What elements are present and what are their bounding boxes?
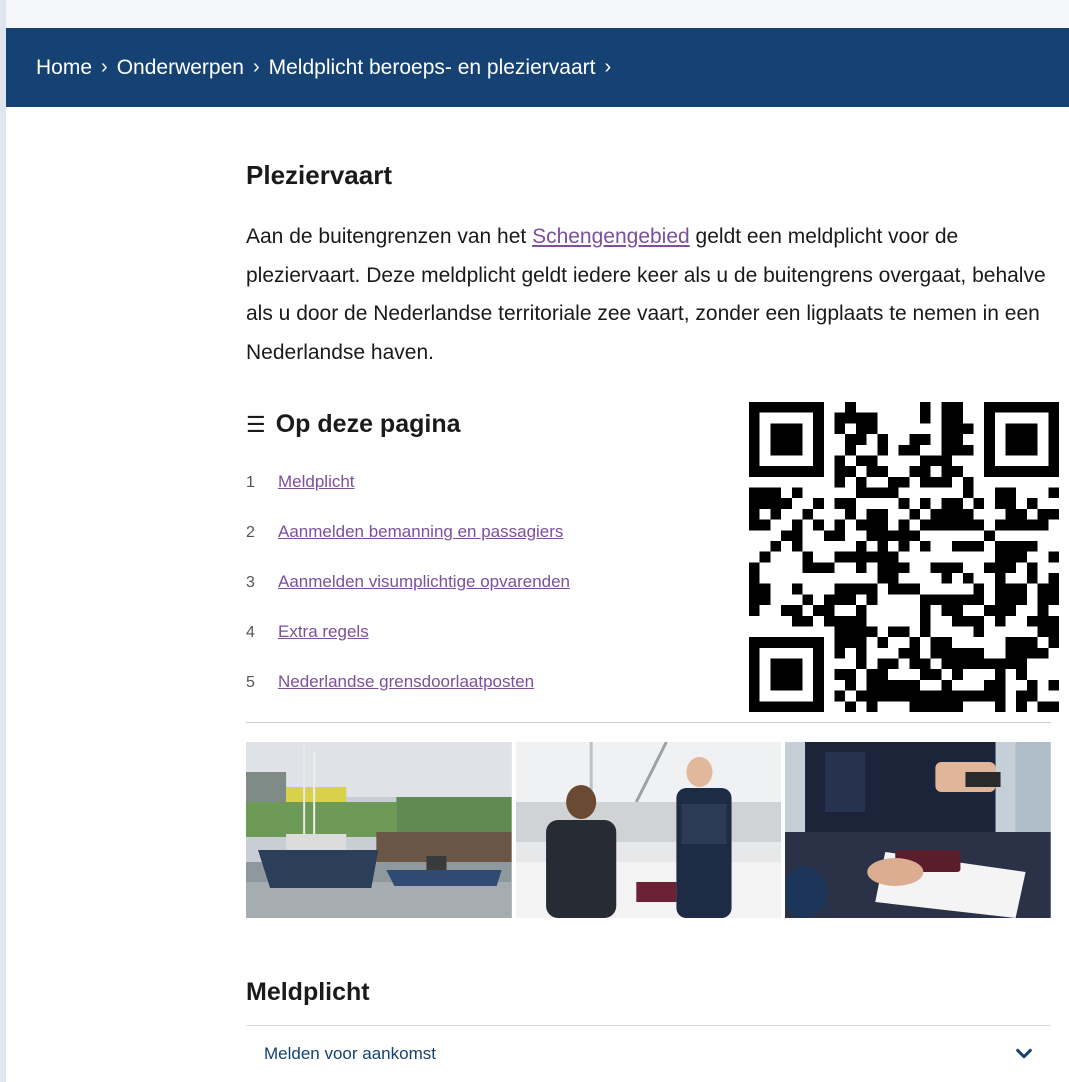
qr-code xyxy=(749,402,1059,712)
breadcrumb-meldplicht[interactable]: Meldplicht beroeps- en pleziervaart xyxy=(269,56,596,80)
photo-strip xyxy=(246,742,1052,918)
intro-text-part: Aan de buitengrenzen van het xyxy=(246,225,533,248)
accordion-melden-voor-aankomst[interactable]: Melden voor aankomst xyxy=(246,1026,1051,1082)
toc-link-aanmelden-visumplichtige[interactable]: Aanmelden visumplichtige opvarenden xyxy=(278,572,570,592)
toc-list: 1 Meldplicht 2 Aanmelden bemanning en pass… xyxy=(246,472,570,722)
toc-item-number: 2 xyxy=(246,524,255,541)
schengengebied-link[interactable]: Schengengebied xyxy=(532,225,690,248)
breadcrumb-home[interactable]: Home xyxy=(36,56,92,80)
page: Home › Onderwerpen › Meldplicht beroeps-… xyxy=(6,0,1069,1082)
toc-item-number: 3 xyxy=(246,574,255,591)
divider xyxy=(246,722,1051,723)
passport-clipboard-photo xyxy=(785,742,1052,918)
chevron-right-icon: › xyxy=(604,56,612,78)
toc-heading: ☰ Op deze pagina xyxy=(246,410,461,439)
page-title: Pleziervaart xyxy=(246,160,392,190)
toc-link-meldplicht[interactable]: Meldplicht xyxy=(278,472,355,492)
toc-item: 4 Extra regels xyxy=(246,622,570,672)
toc-item: 5 Nederlandse grensdoorlaatposten xyxy=(246,672,570,722)
toc-item: 2 Aanmelden bemanning en passagiers xyxy=(246,522,570,572)
chevron-right-icon: › xyxy=(101,56,108,78)
list-icon: ☰ xyxy=(246,411,266,437)
toc-link-aanmelden-bemanning[interactable]: Aanmelden bemanning en passagiers xyxy=(278,522,563,542)
top-strip xyxy=(6,0,1069,28)
toc-link-extra-regels[interactable]: Extra regels xyxy=(278,622,369,642)
sailboat-harbour-photo xyxy=(246,742,512,918)
toc-item-number: 1 xyxy=(246,474,255,491)
chevron-down-icon xyxy=(1016,1048,1032,1059)
officer-boat-check-photo xyxy=(515,742,782,918)
breadcrumb-onderwerpen[interactable]: Onderwerpen xyxy=(117,56,244,80)
breadcrumb: Home › Onderwerpen › Meldplicht beroeps-… xyxy=(6,28,1069,107)
section-title: Meldplicht xyxy=(246,978,370,1006)
toc-item: 1 Meldplicht xyxy=(246,472,570,522)
toc-heading-label: Op deze pagina xyxy=(275,410,461,438)
intro-text: Aan de buitengrenzen van het Schengengeb… xyxy=(246,218,1051,372)
toc-item-number: 4 xyxy=(246,624,255,641)
toc-link-grensdoorlaatposten[interactable]: Nederlandse grensdoorlaatposten xyxy=(278,672,534,692)
accordion-label: Melden voor aankomst xyxy=(264,1044,436,1063)
chevron-right-icon: › xyxy=(252,56,260,78)
toc-item: 3 Aanmelden visumplichtige opvarenden xyxy=(246,572,570,622)
toc-item-number: 5 xyxy=(246,674,255,691)
